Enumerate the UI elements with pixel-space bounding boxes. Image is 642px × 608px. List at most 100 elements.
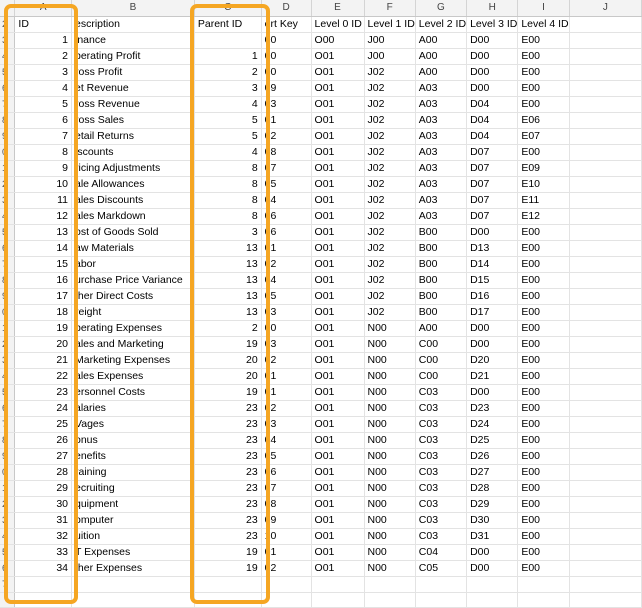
cell-parent-id[interactable]: 23 [194, 512, 262, 529]
cell-id[interactable]: 16 [14, 272, 72, 289]
header-cell-level4-id[interactable]: Level 4 ID [517, 16, 570, 33]
cell-level3-id[interactable]: D24 [466, 416, 519, 433]
cell-level2-id[interactable] [415, 576, 468, 593]
cell-level1-id[interactable]: N00 [364, 496, 416, 513]
cell-level1-id[interactable]: J02 [364, 64, 416, 81]
cell-level0-id[interactable] [311, 576, 365, 593]
cell-level3-id[interactable]: D07 [466, 160, 519, 177]
cell-level4-id[interactable]: E00 [517, 448, 570, 465]
cell-description[interactable]: perating Expenses [71, 320, 195, 337]
cell-sort-key[interactable] [261, 576, 312, 593]
cell-id[interactable]: 7 [14, 128, 72, 145]
cell-sort-key[interactable]: 02 [261, 128, 312, 145]
cell-id[interactable]: 22 [14, 368, 72, 385]
cell-col-j[interactable] [569, 96, 642, 113]
cell-id[interactable]: 29 [14, 480, 72, 497]
cell-level1-id[interactable]: J02 [364, 288, 416, 305]
cell-level0-id[interactable]: O01 [311, 464, 365, 481]
cell-parent-id[interactable]: 4 [194, 96, 262, 113]
cell-id[interactable]: 23 [14, 384, 72, 401]
cell-level2-id[interactable]: A03 [415, 208, 468, 225]
cell-parent-id[interactable]: 8 [194, 176, 262, 193]
cell-level0-id[interactable]: O01 [311, 160, 365, 177]
cell-level3-id[interactable]: D00 [466, 560, 519, 577]
cell-sort-key[interactable]: 01 [261, 240, 312, 257]
cell-id[interactable]: 17 [14, 288, 72, 305]
column-header-j[interactable]: J [569, 0, 642, 17]
row-header[interactable]: 6 [0, 240, 16, 257]
column-header-g[interactable]: G [415, 0, 468, 17]
cell-level3-id[interactable]: D04 [466, 112, 519, 129]
cell-sort-key[interactable]: 04 [261, 272, 312, 289]
cell-level2-id[interactable]: A03 [415, 80, 468, 97]
cell-id[interactable]: 1 [14, 32, 72, 49]
cell-level1-id[interactable]: N00 [364, 448, 416, 465]
cell-sort-key[interactable]: 01 [261, 544, 312, 561]
cell-level0-id[interactable]: O01 [311, 208, 365, 225]
cell-col-j[interactable] [569, 304, 642, 321]
cell-level3-id[interactable]: D16 [466, 288, 519, 305]
cell-level3-id[interactable]: D14 [466, 256, 519, 273]
cell-level1-id[interactable]: J02 [364, 192, 416, 209]
cell-level0-id[interactable]: O01 [311, 96, 365, 113]
cell-level1-id[interactable]: N00 [364, 384, 416, 401]
cell-parent-id[interactable]: 23 [194, 400, 262, 417]
cell-col-j[interactable] [569, 144, 642, 161]
header-cell-col-j[interactable] [569, 16, 642, 33]
cell-col-j[interactable] [569, 352, 642, 369]
cell-parent-id[interactable] [194, 576, 262, 593]
cell-parent-id[interactable]: 3 [194, 80, 262, 97]
cell-level0-id[interactable]: O01 [311, 48, 365, 65]
cell-level0-id[interactable]: O01 [311, 432, 365, 449]
cell-level4-id[interactable]: E00 [517, 272, 570, 289]
cell-level2-id[interactable]: A00 [415, 64, 468, 81]
cell-description[interactable]: ales Expenses [71, 368, 195, 385]
column-header-e[interactable]: E [311, 0, 365, 17]
cell-sort-key[interactable]: 00 [261, 64, 312, 81]
cell-level3-id[interactable]: D30 [466, 512, 519, 529]
cell-id[interactable]: 31 [14, 512, 72, 529]
cell-id[interactable]: 24 [14, 400, 72, 417]
cell-level4-id[interactable]: E09 [517, 160, 570, 177]
cell-description[interactable] [71, 576, 195, 593]
cell-col-j[interactable] [569, 448, 642, 465]
cell-sort-key[interactable]: 03 [261, 304, 312, 321]
cell-level0-id[interactable] [311, 592, 365, 608]
cell-id[interactable]: 34 [14, 560, 72, 577]
row-header[interactable]: 1 [0, 160, 16, 177]
cell-level4-id[interactable]: E00 [517, 224, 570, 241]
cell-sort-key[interactable]: 02 [261, 256, 312, 273]
cell-parent-id[interactable]: 1 [194, 48, 262, 65]
cell-level2-id[interactable]: C03 [415, 496, 468, 513]
row-header[interactable]: 4 [0, 48, 16, 65]
cell-level3-id[interactable]: D20 [466, 352, 519, 369]
column-header-d[interactable]: D [261, 0, 312, 17]
cell-description[interactable]: ersonnel Costs [71, 384, 195, 401]
cell-level4-id[interactable]: E00 [517, 400, 570, 417]
cell-description[interactable]: ale Allowances [71, 176, 195, 193]
row-header[interactable]: 1 [0, 320, 16, 337]
cell-description[interactable]: ricing Adjustments [71, 160, 195, 177]
cell-level2-id[interactable]: A03 [415, 176, 468, 193]
cell-level0-id[interactable]: O01 [311, 480, 365, 497]
cell-sort-key[interactable]: 03 [261, 96, 312, 113]
cell-id[interactable] [14, 576, 72, 593]
cell-level3-id[interactable]: D07 [466, 176, 519, 193]
cell-description[interactable]: ales and Marketing [71, 336, 195, 353]
cell-id[interactable]: 4 [14, 80, 72, 97]
cell-sort-key[interactable]: 04 [261, 432, 312, 449]
cell-id[interactable]: 6 [14, 112, 72, 129]
cell-sort-key[interactable]: 05 [261, 448, 312, 465]
cell-level0-id[interactable]: O01 [311, 400, 365, 417]
row-header[interactable]: 2 [0, 16, 16, 33]
cell-level4-id[interactable]: E07 [517, 128, 570, 145]
row-header[interactable]: 3 [0, 192, 16, 209]
cell-level4-id[interactable]: E00 [517, 384, 570, 401]
cell-parent-id[interactable]: 8 [194, 160, 262, 177]
cell-level4-id[interactable]: E00 [517, 144, 570, 161]
cell-level1-id[interactable]: N00 [364, 320, 416, 337]
column-header-f[interactable]: F [364, 0, 416, 17]
cell-col-j[interactable] [569, 320, 642, 337]
row-header[interactable]: 4 [0, 528, 16, 545]
row-header[interactable]: 1 [0, 480, 16, 497]
